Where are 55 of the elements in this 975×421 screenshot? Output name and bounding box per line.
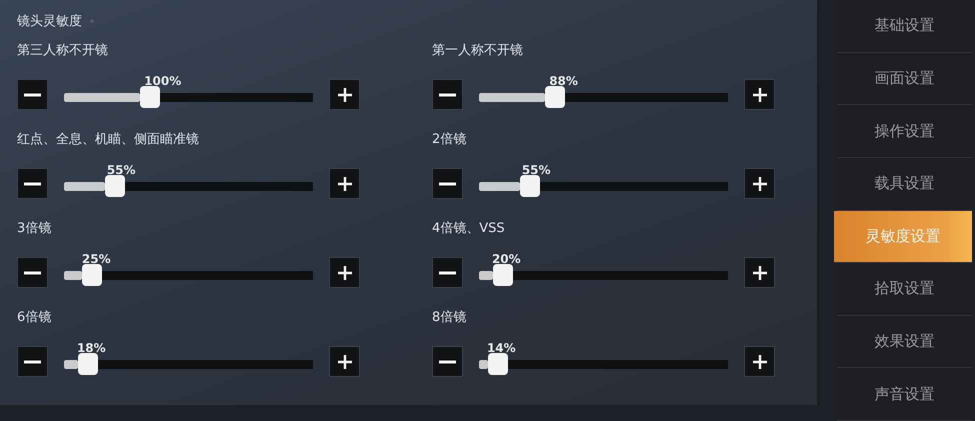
percent-reading: 25% — [82, 252, 111, 266]
plus-button[interactable] — [744, 79, 775, 110]
percent-reading: 18% — [76, 341, 106, 355]
slider-thumb[interactable] — [140, 86, 160, 108]
slider-thumb[interactable] — [82, 264, 102, 286]
slider-label: 红点、全息、机瞄、侧面瞄准镜 — [17, 131, 200, 149]
plus-button[interactable] — [329, 346, 360, 377]
percent-reading: 55% — [106, 163, 136, 177]
minus-button[interactable] — [17, 79, 48, 110]
slider-thumb[interactable] — [78, 353, 98, 375]
slider-label: 第三人称不开镜 — [17, 42, 109, 60]
section-title: 镜头灵敏度 — [17, 13, 82, 30]
minus-icon — [439, 92, 456, 96]
slider-thumb[interactable] — [545, 86, 566, 108]
minus-icon — [24, 182, 41, 186]
slider-label: 第一人称不开镜 — [432, 42, 524, 60]
minus-button[interactable] — [17, 168, 48, 199]
minus-button[interactable] — [432, 168, 463, 199]
minus-icon — [24, 270, 41, 274]
minus-button[interactable] — [17, 257, 48, 288]
percent-reading: 14% — [486, 341, 516, 355]
slider-label: 2倍镜 — [432, 131, 468, 149]
plus-button[interactable] — [329, 168, 360, 199]
sidebar-tab[interactable]: 声音设置 — [837, 368, 972, 421]
plus-button[interactable] — [744, 168, 775, 199]
plus-button[interactable] — [329, 257, 360, 288]
sidebar-tab[interactable]: 基础设置 — [837, 0, 972, 53]
sidebar-tab[interactable]: 效果设置 — [837, 316, 972, 368]
minus-button[interactable] — [432, 79, 463, 110]
minus-button[interactable] — [432, 257, 463, 288]
minus-icon — [24, 360, 41, 364]
sidebar-tab[interactable]: 操作设置 — [837, 105, 972, 158]
percent-reading: 20% — [492, 252, 521, 266]
slider-thumb[interactable] — [105, 175, 126, 197]
slider-label: 3倍镜 — [17, 220, 52, 238]
slider-label: 8倍镜 — [432, 309, 468, 327]
slider-thumb[interactable] — [488, 353, 508, 375]
percent-reading: 88% — [549, 74, 578, 88]
sidebar-tab[interactable]: 拾取设置 — [837, 263, 972, 316]
slider-thumb[interactable] — [520, 175, 540, 197]
percent-reading: 55% — [522, 163, 551, 177]
minus-button[interactable] — [432, 346, 463, 377]
slider-label: 4倍镜、VSS — [432, 220, 506, 238]
plus-button[interactable] — [744, 346, 775, 377]
minus-icon — [439, 360, 456, 364]
slider-label: 6倍镜 — [17, 309, 52, 327]
sidebar-tab[interactable]: 画面设置 — [837, 52, 972, 106]
minus-icon — [439, 270, 456, 274]
percent-reading: 100% — [144, 74, 182, 88]
slider-thumb[interactable] — [492, 264, 513, 286]
minus-icon — [24, 92, 41, 96]
plus-button[interactable] — [744, 257, 775, 288]
minus-icon — [439, 182, 456, 186]
plus-button[interactable] — [329, 79, 360, 110]
minus-button[interactable] — [17, 346, 48, 377]
